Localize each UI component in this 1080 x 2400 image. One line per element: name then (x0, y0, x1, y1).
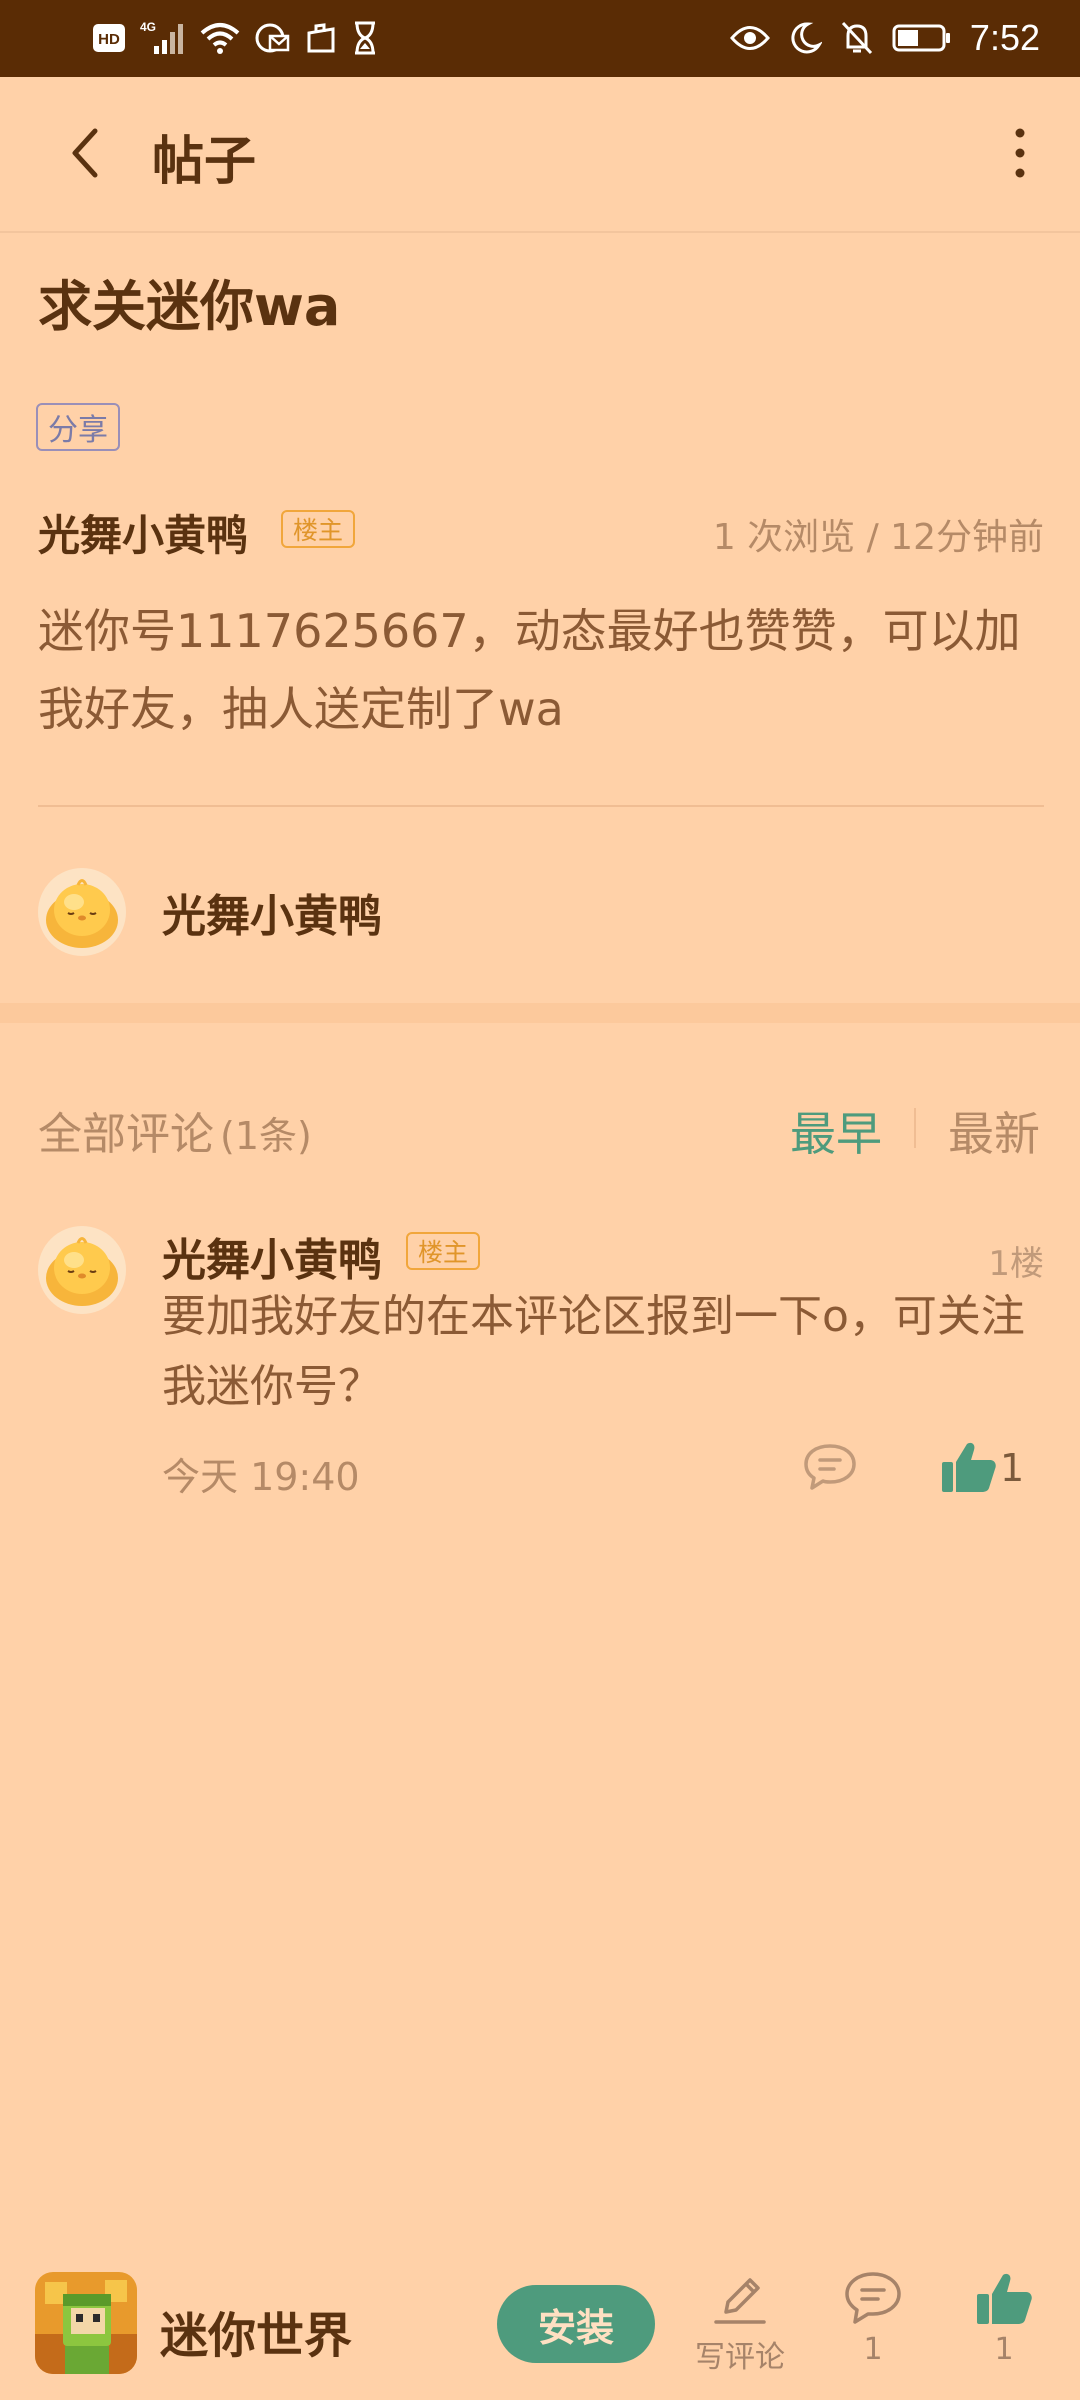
back-arrow-icon (72, 128, 98, 178)
comments-button[interactable]: 1 (818, 2270, 928, 2367)
owner-badge: 楼主 (281, 510, 356, 548)
thumbs-up-icon (977, 2273, 1032, 2324)
likes-count-label: 1 (994, 2332, 1014, 2367)
vpn-mail-icon (254, 18, 290, 58)
hourglass-icon (352, 18, 378, 58)
app-header: 帖子 (0, 77, 1080, 233)
app-icon[interactable] (35, 2272, 137, 2374)
likes-button[interactable]: 1 (949, 2270, 1059, 2367)
do-not-disturb-moon-icon (788, 18, 822, 58)
comments-count: (1条) (220, 1114, 312, 1158)
post-tag[interactable]: 分享 (36, 403, 120, 451)
thumbs-up-icon (942, 1442, 996, 1492)
install-button[interactable]: 安装 (497, 2285, 655, 2363)
more-options-button[interactable] (990, 117, 1050, 189)
clock: 7:52 (969, 17, 1040, 58)
post-body: 迷你号1117625667，动态最好也赞赞，可以加我好友，抽人送定制了wa (38, 604, 1021, 736)
post-meta: 1 次浏览 / 12分钟前 (712, 517, 1044, 558)
comments-count-label: 1 (863, 2332, 883, 2367)
author-avatar[interactable] (38, 868, 126, 956)
reply-button[interactable] (800, 1440, 860, 1494)
mini-world-logo-icon (35, 2272, 137, 2374)
status-bar: HD 4G 7:52 (0, 0, 1080, 77)
owner-badge: 楼主 (406, 1232, 481, 1270)
post-title: 求关迷你wa (38, 275, 341, 338)
back-button[interactable] (50, 117, 120, 189)
duck-avatar-icon (38, 1226, 126, 1314)
eye-comfort-icon (729, 18, 770, 58)
post-author-name[interactable]: 光舞小黄鸭 (38, 502, 248, 563)
comment-text: 要加我好友的在本评论区报到一下o，可关注我迷你号？ (162, 1291, 1025, 1412)
comment-floor: 1楼 (988, 1244, 1044, 1284)
network-type-label: 4G (140, 20, 156, 34)
app-name: 迷你世界 (160, 2308, 353, 2364)
divider (38, 805, 1044, 807)
comments-heading: 全部评论 (1条) (38, 1098, 312, 1162)
battery-icon (892, 18, 952, 58)
sort-earliest-tab[interactable]: 最早 (790, 1098, 882, 1164)
comment-bubble-icon (845, 2272, 901, 2324)
mute-bell-icon (840, 18, 874, 58)
comment-author-name[interactable]: 光舞小黄鸭 (162, 1224, 382, 1288)
comment-avatar[interactable] (38, 1226, 126, 1314)
comment-like-count: 1 (1000, 1446, 1025, 1490)
comment-time: 今天 19:40 (162, 1455, 360, 1499)
more-vertical-icon (1015, 128, 1025, 178)
wifi-icon (200, 18, 240, 58)
author-card-name[interactable]: 光舞小黄鸭 (162, 880, 382, 944)
hd-label: HD (98, 31, 120, 48)
hd-icon: HD (92, 18, 126, 58)
write-comment-button[interactable]: 写评论 (685, 2270, 795, 2376)
write-comment-label: 写评论 (695, 2340, 785, 2375)
cellular-signal-icon: 4G (140, 18, 186, 58)
reply-bubble-icon (804, 1444, 856, 1490)
section-separator (0, 1003, 1080, 1023)
comments-heading-label: 全部评论 (38, 1109, 214, 1160)
like-button[interactable] (940, 1440, 998, 1494)
bottom-bar: 迷你世界 安装 写评论 1 1 (0, 2240, 1080, 2400)
pencil-icon (714, 2278, 766, 2324)
page-title: 帖子 (152, 132, 257, 192)
sort-divider (914, 1108, 916, 1148)
sort-latest-tab[interactable]: 最新 (948, 1098, 1040, 1164)
duck-avatar-icon (38, 868, 126, 956)
bag-icon (304, 18, 338, 58)
